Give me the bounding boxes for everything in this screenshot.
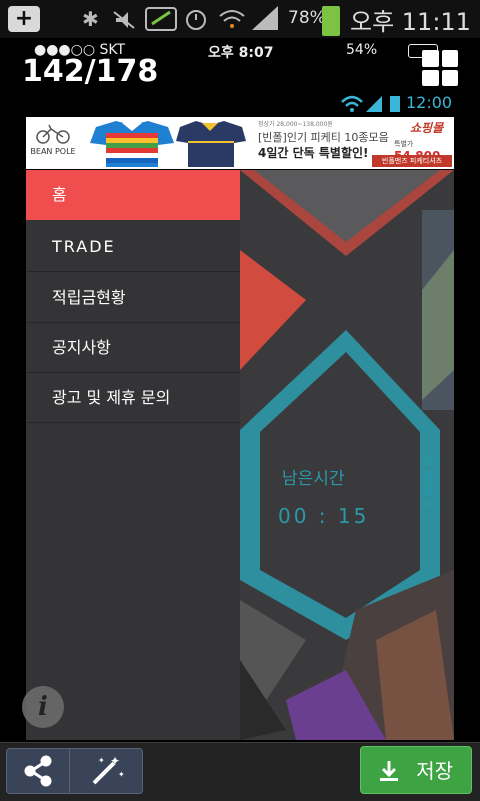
save-button[interactable]: 저장: [360, 746, 472, 794]
ad-banner[interactable]: BEAN POLE 정상가 28,000~138,000원 [빈폴]인기 피케티…: [26, 117, 454, 169]
svg-text:✦: ✦: [110, 754, 120, 768]
ios-clock: 오후 8:07: [208, 45, 274, 61]
share-button[interactable]: [6, 748, 70, 794]
grid-cell: [441, 50, 458, 67]
ad-shirt-striped: [90, 121, 174, 167]
ad-subheadline: 4일간 단독 특별할인!: [258, 146, 369, 160]
battery-icon: [322, 6, 340, 36]
android-status-bar: + ✱ 78% 오후 11:11: [0, 0, 480, 38]
svg-text:✦: ✦: [118, 770, 125, 779]
side-menu: 홈 TRADE 적립금현황 공지사항 광고 및 제휴 문의: [26, 170, 240, 740]
download-icon: [380, 761, 398, 781]
grid-cell: [422, 50, 439, 67]
status-icons: ✱: [80, 4, 280, 40]
inner-signal-icons: [341, 95, 400, 112]
share-icon: [24, 755, 52, 787]
remaining-time-value: 00 : 15: [278, 504, 370, 528]
image-counter: 142/178: [22, 54, 159, 89]
magic-wand-icon: ✦ ✦ ✦: [92, 754, 125, 785]
battery-percent: 78%: [288, 8, 326, 28]
remaining-time-label: 남은시간: [282, 469, 345, 489]
info-button[interactable]: i: [22, 686, 64, 728]
svg-text:✱: ✱: [82, 7, 105, 31]
ad-product-tag: 빈폴맨즈 피케티셔츠: [372, 155, 452, 167]
grid-view-icon[interactable]: [422, 50, 458, 86]
notification-plus-icon: +: [8, 6, 40, 32]
ad-shirt-navy: [176, 121, 246, 167]
menu-item-notices[interactable]: 공지사항: [26, 323, 240, 373]
magic-wand-button[interactable]: ✦ ✦ ✦: [69, 748, 143, 794]
ad-shop-logo: 쇼핑몰: [410, 121, 444, 135]
save-label: 저장: [416, 759, 453, 783]
inner-status-bar: 12:00: [340, 92, 452, 114]
ad-brand-logo: BEAN POLE: [28, 123, 78, 156]
ios-battery-percent: 54%: [346, 42, 378, 58]
system-clock: 오후 11:11: [350, 8, 471, 36]
system-status-icons: ✱: [82, 6, 278, 31]
ad-brand-name: BEAN POLE: [30, 147, 76, 156]
ad-original-price: 정상가 28,000~138,000원: [258, 121, 333, 128]
ad-price-prefix: 특별가: [394, 140, 414, 148]
grid-cell: [441, 69, 458, 86]
usage-guide-link[interactable]: 이용안내: [418, 456, 438, 512]
ad-headline: [빈폴]인기 피케티 10종모음: [258, 131, 389, 144]
menu-item-ad-inquiry[interactable]: 광고 및 제휴 문의: [26, 373, 240, 423]
menu-item-points[interactable]: 적립금현황: [26, 273, 240, 323]
menu-item-home[interactable]: 홈: [26, 170, 240, 220]
grid-cell: [422, 69, 439, 86]
bicycle-icon: [36, 124, 70, 144]
inner-clock: 12:00: [406, 93, 453, 112]
menu-item-trade[interactable]: TRADE: [26, 222, 240, 272]
svg-text:✦: ✦: [98, 756, 105, 765]
